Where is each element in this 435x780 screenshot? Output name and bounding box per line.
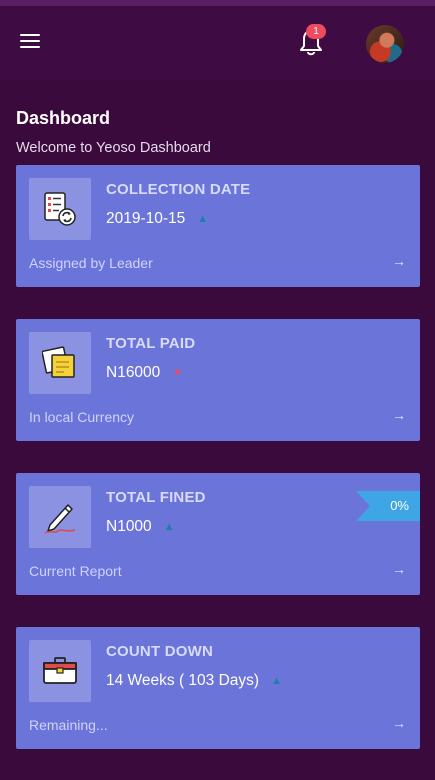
page-subtitle: Welcome to Yeoso Dashboard [16,140,211,156]
total-paid-card: TOTAL PAID N16000 ▼ In local Currency → [16,319,420,441]
notification-badge: 1 [306,24,326,39]
count-down-card: COUNT DOWN 14 Weeks ( 103 Days) ▲ Remaini… [16,627,420,749]
arrow-right-icon[interactable]: → [392,715,406,731]
percent-ribbon: 0% [356,491,420,521]
card-value: 14 Weeks ( 103 Days) ▲ [106,672,282,690]
collection-date-card: COLLECTION DATE 2019-10-15 ▲ Assigned by … [16,165,420,287]
hamburger-menu-icon[interactable] [20,34,42,50]
arrow-right-icon[interactable]: → [392,253,406,269]
card-title: COLLECTION DATE [106,181,251,198]
card-footer: In local Currency [29,409,135,425]
pen-signature-icon [29,486,91,548]
arrow-right-icon[interactable]: → [392,407,406,423]
sticky-notes-icon [29,332,91,394]
avatar[interactable] [366,25,404,63]
total-fined-card: TOTAL FINED N1000 ▲ 0% Current Report → [16,473,420,595]
card-title: TOTAL FINED [106,489,206,506]
card-title: TOTAL PAID [106,335,196,352]
trend-down-icon: ▼ [172,367,184,379]
page-title: Dashboard [16,108,111,128]
card-value: N1000 ▲ [106,518,175,536]
trend-up-icon: ▲ [271,675,282,687]
card-title: COUNT DOWN [106,643,213,660]
checklist-sync-icon [29,178,91,240]
card-footer: Assigned by Leader [29,255,153,271]
trend-up-icon: ▲ [163,521,175,533]
arrow-right-icon[interactable]: → [392,561,406,577]
card-value: 2019-10-15 ▲ [106,210,208,228]
card-value-text: N1000 [106,518,152,535]
top-navbar: 1 [0,6,435,80]
card-value-text: 14 Weeks ( 103 Days) [106,672,260,689]
card-value-text: N16000 [106,364,161,381]
briefcase-icon [29,640,91,702]
card-footer: Remaining... [29,717,108,733]
card-footer: Current Report [29,563,122,579]
card-value: N16000 ▼ [106,364,183,382]
card-value-text: 2019-10-15 [106,210,186,227]
trend-up-icon: ▲ [197,213,209,225]
